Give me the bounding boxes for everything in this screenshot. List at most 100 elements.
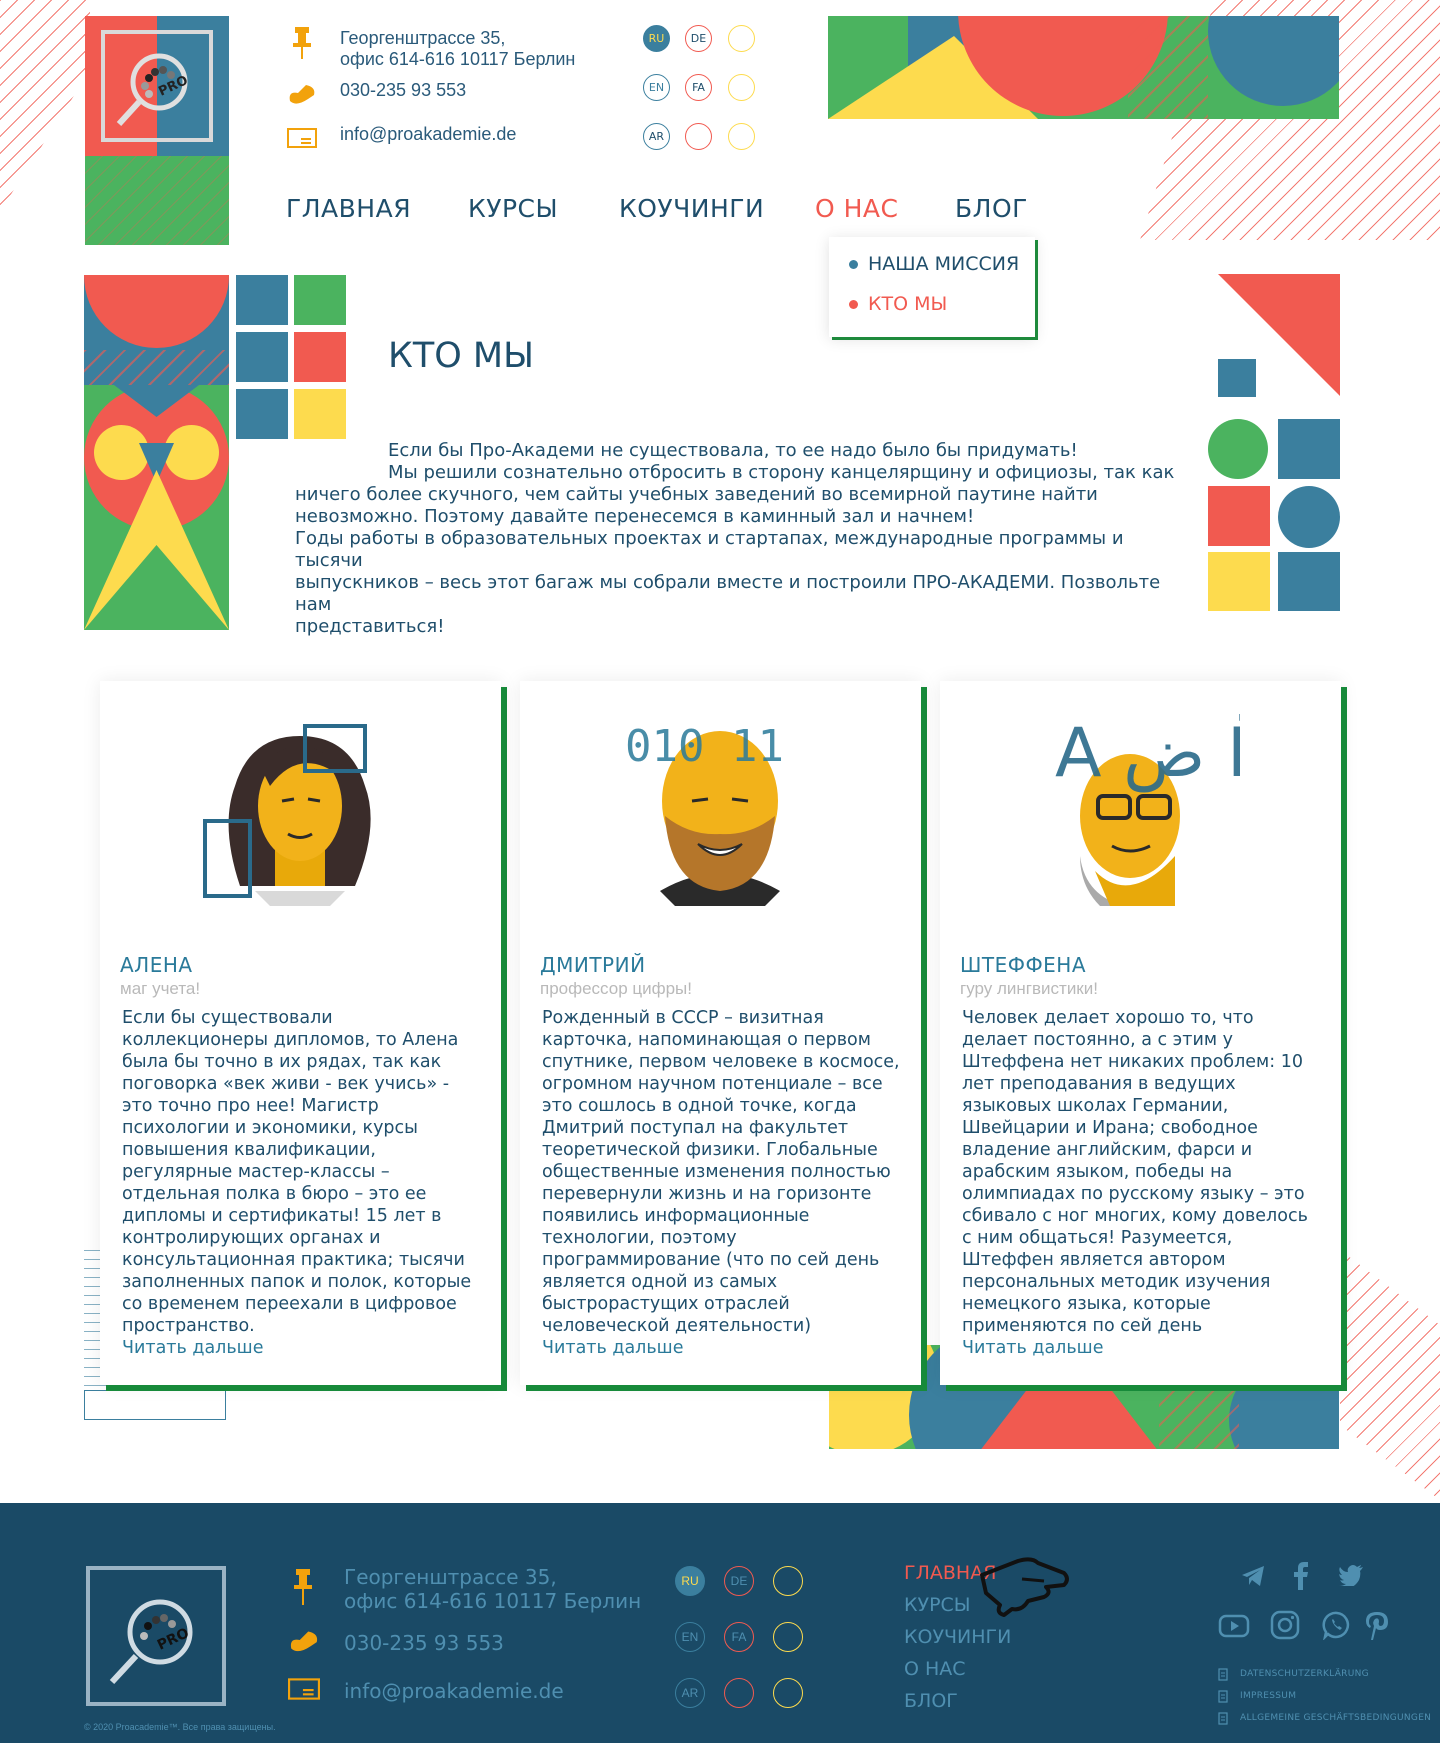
lang-ru[interactable]: RU (643, 25, 670, 52)
lang-empty-4 (728, 123, 755, 150)
facebook-icon[interactable] (1292, 1560, 1310, 1590)
footer-email-icon (288, 1677, 320, 1706)
team-card-dmitry: 010 11 ДМИТРИЙ профессор цифры! Рожденны… (520, 681, 921, 1385)
document-icon (1218, 1689, 1228, 1703)
youtube-icon[interactable] (1218, 1614, 1250, 1638)
footer-nav-blog[interactable]: БЛОГ (904, 1685, 1011, 1717)
team-card-steffen: A ض Ё ШТЕФФЕНА гуру лингвистики! Человек… (940, 681, 1341, 1385)
footer-legal-links: DATENSCHUTZERKLÄRUNG IMPRESSUM ALLGEMEIN… (1218, 1663, 1431, 1729)
alena-avatar-icon (203, 724, 371, 906)
decor-outline-box (84, 1390, 226, 1420)
logo[interactable]: PRO (85, 16, 229, 245)
bullet-icon (849, 259, 858, 269)
footer-nav-coaching[interactable]: КОУЧИНГИ (904, 1621, 1011, 1653)
footer-lang-empty-3 (724, 1678, 754, 1708)
address-line-2: офис 614-616 10117 Берлин (340, 49, 576, 69)
phone-number[interactable]: 030-235 93 553 (340, 80, 466, 101)
footer-lang-en[interactable]: EN (675, 1622, 705, 1652)
about-dropdown: НАША МИССИЯ КТО МЫ (829, 237, 1035, 337)
page-title: КТО МЫ (388, 336, 534, 376)
card-name: АЛЕНА (120, 953, 193, 977)
bullet-icon (849, 299, 858, 309)
nav-blog[interactable]: БЛОГ (955, 194, 1028, 223)
link-terms[interactable]: ALLGEMEINE GESCHÄFTSBEDINGUNGEN (1240, 1713, 1431, 1723)
telegram-icon[interactable] (1240, 1564, 1266, 1588)
footer-lang-ru[interactable]: RU (675, 1566, 705, 1596)
lang-de[interactable]: DE (685, 25, 712, 52)
logo-magnifier-icon: PRO (116, 53, 190, 127)
card-text: Если бы существовали коллекционеры дипло… (122, 1007, 482, 1359)
footer-phone-icon (287, 1627, 321, 1660)
twitter-icon[interactable] (1338, 1564, 1364, 1586)
copyright: © 2020 Proacademie™. Все права защищены. (84, 1722, 276, 1732)
footer-logo[interactable]: PRO (86, 1566, 226, 1706)
lang-empty-2 (728, 74, 755, 101)
link-privacy[interactable]: DATENSCHUTZERKLÄRUNG (1240, 1669, 1369, 1679)
lang-en[interactable]: EN (643, 74, 670, 101)
steffen-avatar-icon: A ض Ё (1055, 714, 1240, 906)
footer-lang-empty-1 (773, 1566, 803, 1596)
footer-phone[interactable]: 030-235 93 553 (344, 1631, 504, 1655)
header-email[interactable]: info@proakademie.de (286, 124, 516, 152)
dropdown-item-mission[interactable]: НАША МИССИЯ (849, 253, 1019, 275)
card-text: Рожденный в СССР – визитная карточка, на… (542, 1007, 902, 1359)
document-icon (1218, 1711, 1228, 1725)
card-name: ШТЕФФЕНА (960, 953, 1087, 977)
footer-address: Георгенштрассе 35, офис 614-616 10117 Бе… (344, 1565, 642, 1613)
document-icon (1218, 1667, 1228, 1681)
decor-squares-left (236, 275, 348, 439)
address-line-1: Георгенштрассе 35, (340, 28, 506, 48)
lang-empty-3 (685, 123, 712, 150)
instagram-icon[interactable] (1270, 1610, 1300, 1640)
footer-lang-empty-4 (773, 1678, 803, 1708)
email-icon (286, 124, 318, 152)
whatsapp-icon[interactable] (1322, 1610, 1352, 1640)
header-phone[interactable]: 030-235 93 553 (286, 80, 466, 108)
decor-shapes-right (1208, 274, 1340, 611)
footer: PRO Георгенштрассе 35, офис 614-616 1011… (0, 1503, 1440, 1743)
footer-pin-icon (290, 1567, 316, 1610)
phone-icon (286, 80, 318, 108)
read-more-link[interactable]: Читать дальше (542, 1337, 902, 1359)
link-impressum[interactable]: IMPRESSUM (1240, 1691, 1296, 1701)
decor-hatch-bottom-right (1340, 1250, 1440, 1500)
dropdown-item-who-we-are[interactable]: КТО МЫ (849, 293, 947, 315)
card-name: ДМИТРИЙ (540, 953, 646, 977)
footer-nav-about[interactable]: О НАС (904, 1653, 1011, 1685)
nav-courses[interactable]: КУРСЫ (468, 194, 558, 223)
lang-fa[interactable]: FA (685, 74, 712, 101)
email-link[interactable]: info@proakademie.de (340, 124, 516, 145)
decor-banner-top (828, 16, 1339, 119)
header-address: Георгенштрассе 35, офис 614-616 10117 Бе… (286, 27, 576, 70)
footer-lang-ar[interactable]: AR (675, 1678, 705, 1708)
decor-hatch-top-left (0, 0, 90, 212)
svg-text:A ض Ё: A ض Ё (1055, 714, 1240, 793)
lang-empty-1 (728, 25, 755, 52)
nav-coaching[interactable]: КОУЧИНГИ (619, 194, 764, 223)
nav-home[interactable]: ГЛАВНАЯ (286, 194, 411, 223)
footer-lang-fa[interactable]: FA (724, 1622, 754, 1652)
pointer-hand-icon (980, 1557, 1069, 1617)
pin-icon (286, 27, 318, 59)
dmitry-avatar-icon: 010 11 (625, 721, 784, 906)
card-role: профессор цифры! (540, 979, 692, 998)
svg-text:PRO: PRO (156, 73, 190, 100)
read-more-link[interactable]: Читать дальше (962, 1337, 1322, 1359)
footer-email[interactable]: info@proakademie.de (344, 1679, 564, 1703)
nav-about[interactable]: О НАС (815, 194, 898, 223)
social-icons (1218, 1560, 1388, 1650)
svg-text:010 11: 010 11 (625, 721, 784, 772)
footer-lang-de[interactable]: DE (724, 1566, 754, 1596)
lang-ar[interactable]: AR (643, 123, 670, 150)
team-card-alena: АЛЕНА маг учета! Если бы существовали ко… (100, 681, 501, 1385)
card-role: гуру лингвистики! (960, 979, 1098, 998)
logo-magnifier-icon: PRO (109, 1599, 193, 1685)
footer-lang-empty-2 (773, 1622, 803, 1652)
card-role: маг учета! (120, 979, 201, 998)
card-text: Человек делает хорошо то, что делает пос… (962, 1007, 1322, 1359)
read-more-link[interactable]: Читать дальше (122, 1337, 482, 1359)
intro-text: Если бы Про-Академи не существовала, то … (295, 440, 1175, 637)
decor-owl (84, 275, 229, 630)
language-selector: RU DE EN FA AR (643, 25, 763, 155)
pinterest-icon[interactable] (1364, 1610, 1390, 1642)
